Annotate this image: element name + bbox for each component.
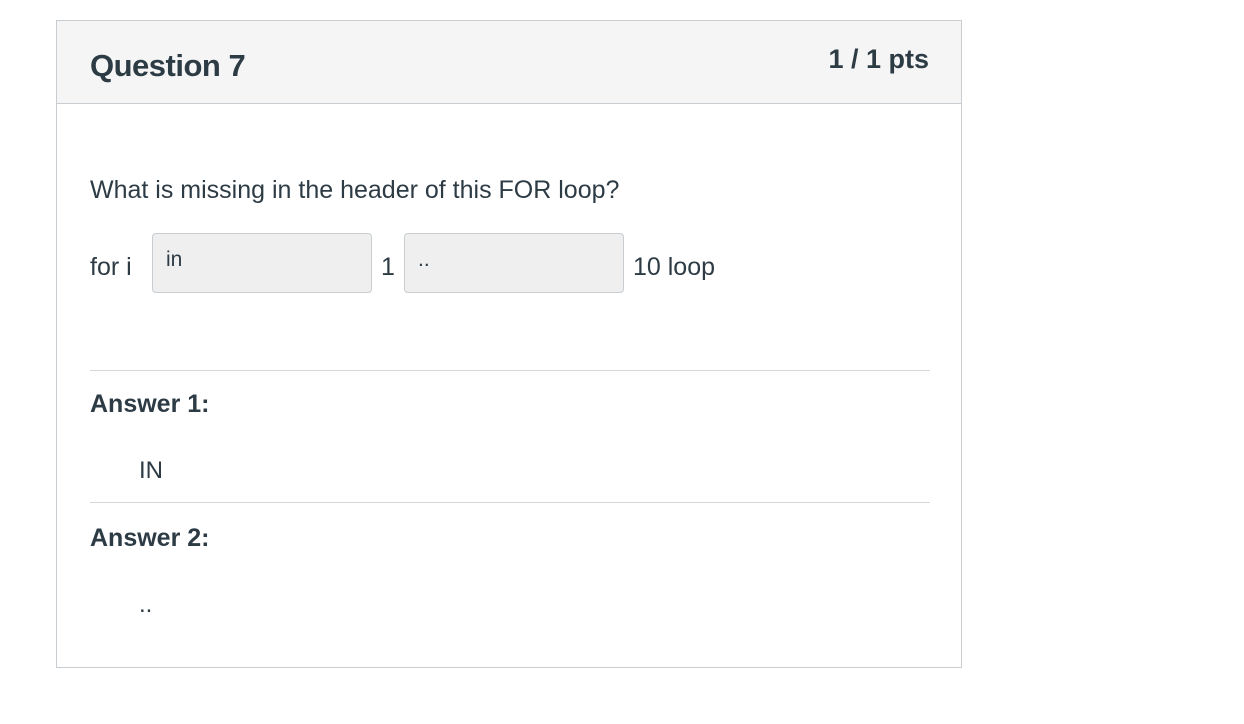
blank-input-2-value: ..	[418, 248, 430, 271]
question-header: Question 7 1 / 1 pts	[57, 21, 961, 104]
blank-input-1-value: in	[166, 248, 183, 271]
divider	[90, 502, 930, 503]
blank-input-2[interactable]: ..	[404, 233, 624, 293]
blank-input-1[interactable]: in	[152, 233, 372, 293]
divider	[90, 370, 930, 371]
answer-2-label: Answer 2:	[90, 524, 210, 552]
code-token-for: for i	[90, 253, 132, 281]
question-points: 1 / 1 pts	[828, 44, 929, 74]
answer-2-value: ..	[139, 591, 153, 618]
code-token-start: 1	[381, 253, 395, 281]
question-card: Question 7 1 / 1 pts What is missing in …	[56, 20, 962, 668]
answer-1-value: IN	[139, 457, 163, 484]
question-title: Question 7	[90, 48, 246, 83]
question-prompt: What is missing in the header of this FO…	[90, 176, 620, 204]
code-line: for i in 1 .. 10 loop	[90, 233, 930, 293]
answer-1-label: Answer 1:	[90, 390, 210, 418]
code-token-end: 10 loop	[633, 253, 716, 281]
